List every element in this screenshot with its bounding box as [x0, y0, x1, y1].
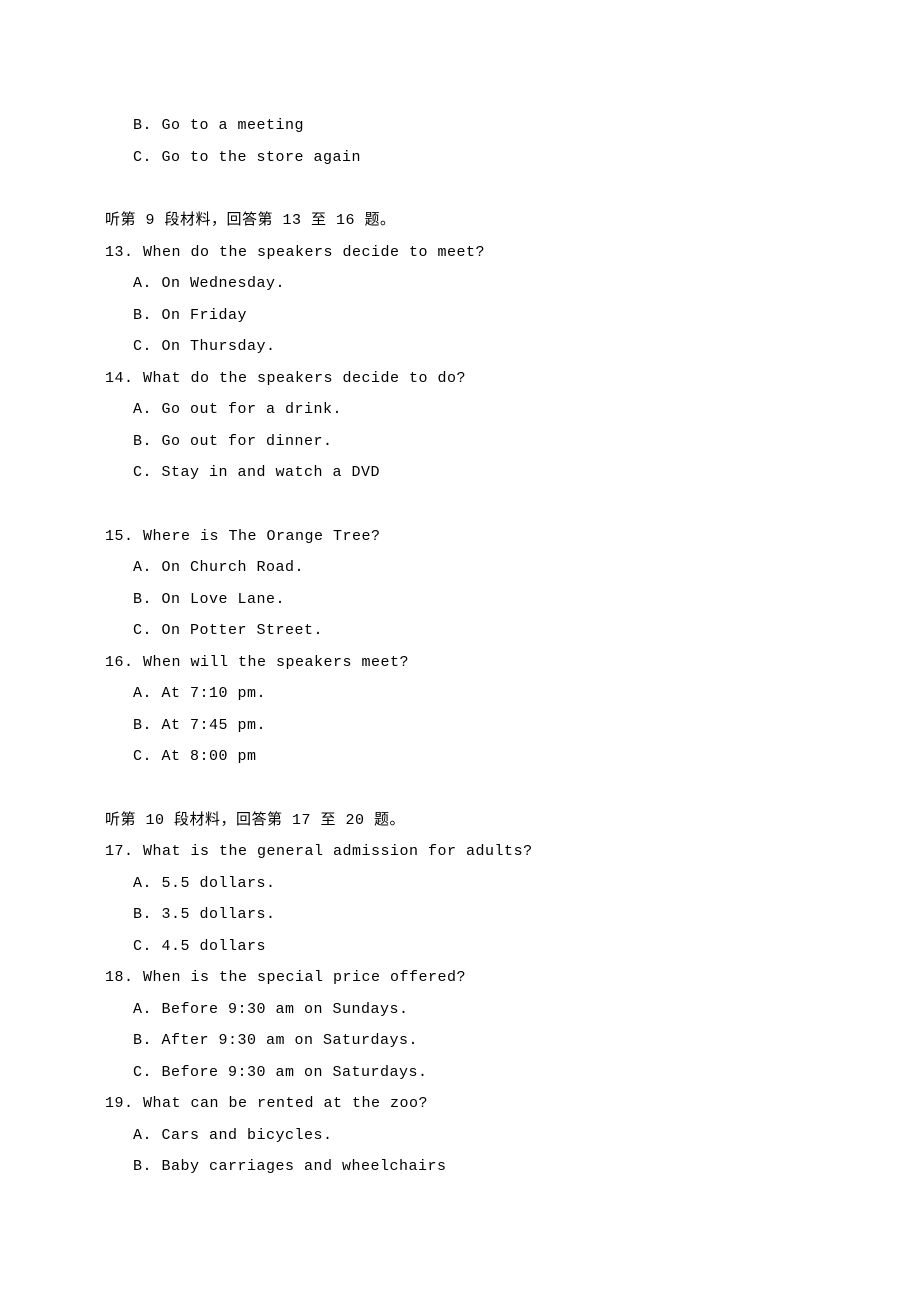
question-text: 17. What is the general admission for ad… — [105, 836, 815, 868]
option-b: B. Baby carriages and wheelchairs — [105, 1151, 815, 1183]
option-b: B. On Love Lane. — [105, 584, 815, 616]
option-a: A. Cars and bicycles. — [105, 1120, 815, 1152]
option-b: B. After 9:30 am on Saturdays. — [105, 1025, 815, 1057]
section-header: 听第 10 段材料，回答第 17 至 20 题。 — [105, 805, 815, 837]
option-c: C. Go to the store again — [105, 142, 815, 174]
option-b: B. At 7:45 pm. — [105, 710, 815, 742]
spacer — [105, 773, 815, 805]
spacer — [105, 489, 815, 521]
option-b: B. On Friday — [105, 300, 815, 332]
option-c: C. On Thursday. — [105, 331, 815, 363]
option-a: A. Go out for a drink. — [105, 394, 815, 426]
question-text: 16. When will the speakers meet? — [105, 647, 815, 679]
question-text: 18. When is the special price offered? — [105, 962, 815, 994]
option-b: B. 3.5 dollars. — [105, 899, 815, 931]
option-a: A. On Wednesday. — [105, 268, 815, 300]
spacer — [105, 173, 815, 205]
section-header: 听第 9 段材料，回答第 13 至 16 题。 — [105, 205, 815, 237]
option-a: A. At 7:10 pm. — [105, 678, 815, 710]
option-c: C. On Potter Street. — [105, 615, 815, 647]
option-c: C. Stay in and watch a DVD — [105, 457, 815, 489]
option-c: C. Before 9:30 am on Saturdays. — [105, 1057, 815, 1089]
question-text: 15. Where is The Orange Tree? — [105, 521, 815, 553]
option-c: C. 4.5 dollars — [105, 931, 815, 963]
option-c: C. At 8:00 pm — [105, 741, 815, 773]
option-a: A. 5.5 dollars. — [105, 868, 815, 900]
document-page: B. Go to a meeting C. Go to the store ag… — [0, 0, 920, 1243]
option-a: A. On Church Road. — [105, 552, 815, 584]
option-a: A. Before 9:30 am on Sundays. — [105, 994, 815, 1026]
question-text: 14. What do the speakers decide to do? — [105, 363, 815, 395]
option-b: B. Go to a meeting — [105, 110, 815, 142]
question-text: 13. When do the speakers decide to meet? — [105, 237, 815, 269]
question-text: 19. What can be rented at the zoo? — [105, 1088, 815, 1120]
option-b: B. Go out for dinner. — [105, 426, 815, 458]
